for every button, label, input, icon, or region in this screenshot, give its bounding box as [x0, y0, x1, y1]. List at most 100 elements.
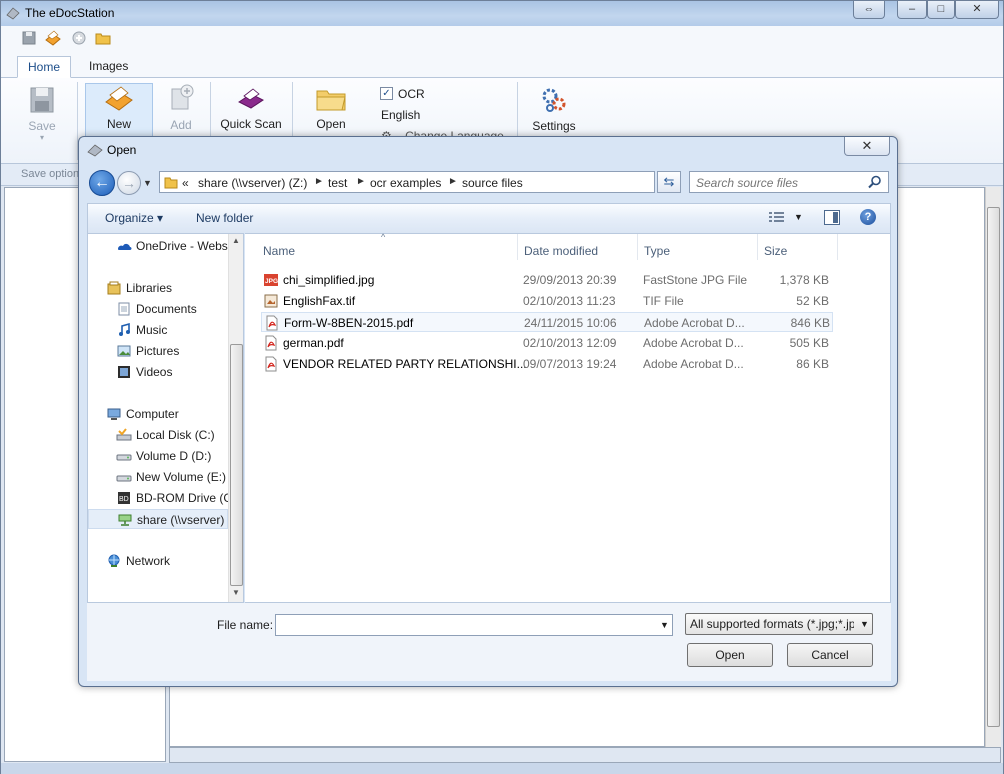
nav-item-libraries[interactable]: Libraries [106, 278, 228, 298]
save-icon[interactable] [21, 30, 37, 46]
organize-menu[interactable]: Organize ▾ [105, 211, 163, 225]
settings-button[interactable]: Settings [528, 86, 580, 133]
search-icon[interactable] [868, 175, 882, 189]
nav-item-pictures[interactable]: Pictures [116, 341, 228, 361]
column-header-name[interactable]: Name [263, 244, 295, 258]
search-input[interactable] [694, 175, 864, 191]
add-icon[interactable] [71, 30, 87, 46]
open-button[interactable]: Open [309, 86, 353, 131]
help-icon[interactable]: ? [860, 209, 876, 225]
restore-size-icon[interactable]: ⇔ [853, 1, 885, 19]
refresh-button[interactable]: ⇆ [657, 171, 681, 193]
document-horizontal-scrollbar[interactable] [169, 747, 1001, 763]
recent-locations-dropdown[interactable]: ▼ [143, 178, 152, 188]
file-size: 52 KB [796, 294, 829, 308]
nav-item-label: Pictures [136, 344, 180, 358]
minimize-button[interactable]: – [897, 1, 927, 19]
cancel-button[interactable]: Cancel [787, 643, 873, 667]
file-size: 86 KB [796, 357, 829, 371]
breadcrumb-separator[interactable]: ► [356, 176, 366, 187]
file-name-input[interactable] [279, 618, 649, 634]
column-header-date-modified[interactable]: Date modified [524, 244, 598, 258]
scroll-up-icon[interactable]: ▲ [232, 236, 240, 245]
nav-item-label: Computer [126, 407, 179, 421]
nav-item-label: Libraries [126, 281, 173, 295]
breadcrumb-separator[interactable]: ► [314, 176, 324, 187]
nav-item-label: Documents [136, 302, 197, 316]
file-date-modified: 02/10/2013 12:09 [523, 336, 617, 350]
add-button[interactable]: Add [161, 83, 201, 132]
new-document-large-icon [105, 86, 133, 111]
nav-item-local-disk[interactable]: Local Disk (C:) [116, 425, 228, 445]
file-row[interactable]: EnglishFax.tif 02/10/2013 11:23 TIF File 52… [261, 291, 833, 311]
nav-item-music[interactable]: Music [116, 320, 228, 340]
nav-item-label: Network [126, 554, 171, 568]
file-name: VENDOR RELATED PARTY RELATIONSHI... [283, 357, 527, 371]
nav-item-bd-rom[interactable]: BD BD-ROM Drive (G [116, 488, 228, 508]
nav-item-label: Volume D (D:) [136, 449, 212, 463]
scroll-down-icon[interactable]: ▼ [232, 588, 240, 597]
view-options-dropdown[interactable]: ▼ [794, 212, 803, 222]
nav-item-documents[interactable]: Documents [116, 299, 228, 319]
quick-scan-button[interactable]: Quick Scan & Go [217, 86, 285, 131]
file-type: FastStone JPG File [643, 273, 748, 287]
document-scroll-thumb[interactable] [987, 207, 1000, 727]
nav-item-videos[interactable]: Videos [116, 362, 228, 382]
file-row[interactable]: VENDOR RELATED PARTY RELATIONSHI... 09/07… [261, 354, 833, 374]
address-bar[interactable]: « share (\\vserver) (Z:) ► test ► ocr ex… [159, 171, 729, 193]
save-options-label[interactable]: Save options [21, 168, 85, 180]
search-box[interactable] [689, 171, 889, 193]
column-header-type[interactable]: Type [644, 244, 670, 258]
file-list: ^ Name Date modified Type Size JPG chi_si… [245, 232, 891, 603]
new-document-icon[interactable] [45, 30, 61, 46]
breadcrumb-test[interactable]: test [328, 176, 347, 190]
svg-text:JPG: JPG [265, 278, 278, 285]
file-name: chi_simplified.jpg [283, 273, 375, 287]
breadcrumb-separator[interactable]: ► [448, 176, 458, 187]
nav-item-computer[interactable]: Computer [106, 404, 228, 424]
save-button[interactable]: Save ▾ [23, 86, 61, 142]
column-header-size[interactable]: Size [764, 244, 787, 258]
new-folder-button[interactable]: New folder [196, 211, 253, 225]
tab-images[interactable]: Images [79, 56, 138, 78]
file-name-combobox[interactable]: ▼ [275, 614, 673, 636]
breadcrumb-overflow[interactable]: « [182, 176, 189, 190]
breadcrumb-drive[interactable]: share (\\vserver) (Z:) [198, 176, 307, 190]
nav-item-network[interactable]: Network [106, 551, 228, 571]
navigation-scroll-thumb[interactable] [230, 344, 243, 586]
ribbon-tabs: Home Images [1, 50, 1003, 78]
nav-item-drive[interactable]: New Volume (E:) [116, 467, 228, 487]
tab-home[interactable]: Home [17, 56, 72, 78]
file-name-dropdown[interactable]: ▼ [660, 620, 669, 630]
nav-item-drive[interactable]: Volume D (D:) [116, 446, 228, 466]
forward-button[interactable]: → [117, 171, 141, 195]
maximize-button[interactable]: □ [927, 1, 955, 19]
dialog-close-button[interactable]: ✕ [844, 137, 890, 156]
file-row[interactable]: Form-W-8BEN-2015.pdf 24/11/2015 10:06 Adob… [261, 312, 833, 332]
navigation-scrollbar[interactable]: ▲ ▼ [228, 234, 243, 602]
open-file-button[interactable]: Open [687, 643, 773, 667]
file-row[interactable]: german.pdf 02/10/2013 12:09 Adobe Acrobat … [261, 333, 833, 353]
breadcrumb-source-files[interactable]: source files [462, 176, 523, 190]
preview-pane-icon[interactable] [824, 210, 840, 225]
nav-item-network-drive[interactable]: share (\\vserver) [88, 509, 228, 529]
add-document-icon [171, 84, 194, 110]
svg-text:BD: BD [119, 496, 129, 503]
breadcrumb-ocr-examples[interactable]: ocr examples [370, 176, 441, 190]
app-titlebar[interactable]: The eDocStation ⇔ – □ ✕ [1, 1, 1003, 26]
open-folder-icon[interactable] [95, 30, 111, 46]
nav-item-onedrive[interactable]: OneDrive - Webs [116, 236, 228, 256]
file-type-filter[interactable]: All supported formats (*.jpg;*.jp ▼ [685, 613, 873, 635]
folder-icon [164, 177, 178, 189]
back-button[interactable]: ← [89, 170, 115, 196]
file-name: german.pdf [283, 336, 344, 350]
open-dialog: Open ✕ ← → ▼ « share (\\vserver) (Z:) ► … [78, 136, 898, 687]
document-vertical-scrollbar[interactable] [985, 187, 1001, 747]
nav-item-label: New Volume (E:) [136, 470, 227, 484]
file-row[interactable]: JPG chi_simplified.jpg 29/09/2013 20:39 Fas… [261, 270, 833, 290]
tif-file-icon [263, 293, 279, 309]
change-view-icon[interactable] [768, 211, 786, 225]
nav-item-label: BD-ROM Drive (G [136, 491, 228, 505]
ocr-checkbox[interactable]: ✓ [380, 87, 393, 100]
app-close-button[interactable]: ✕ [955, 1, 999, 19]
